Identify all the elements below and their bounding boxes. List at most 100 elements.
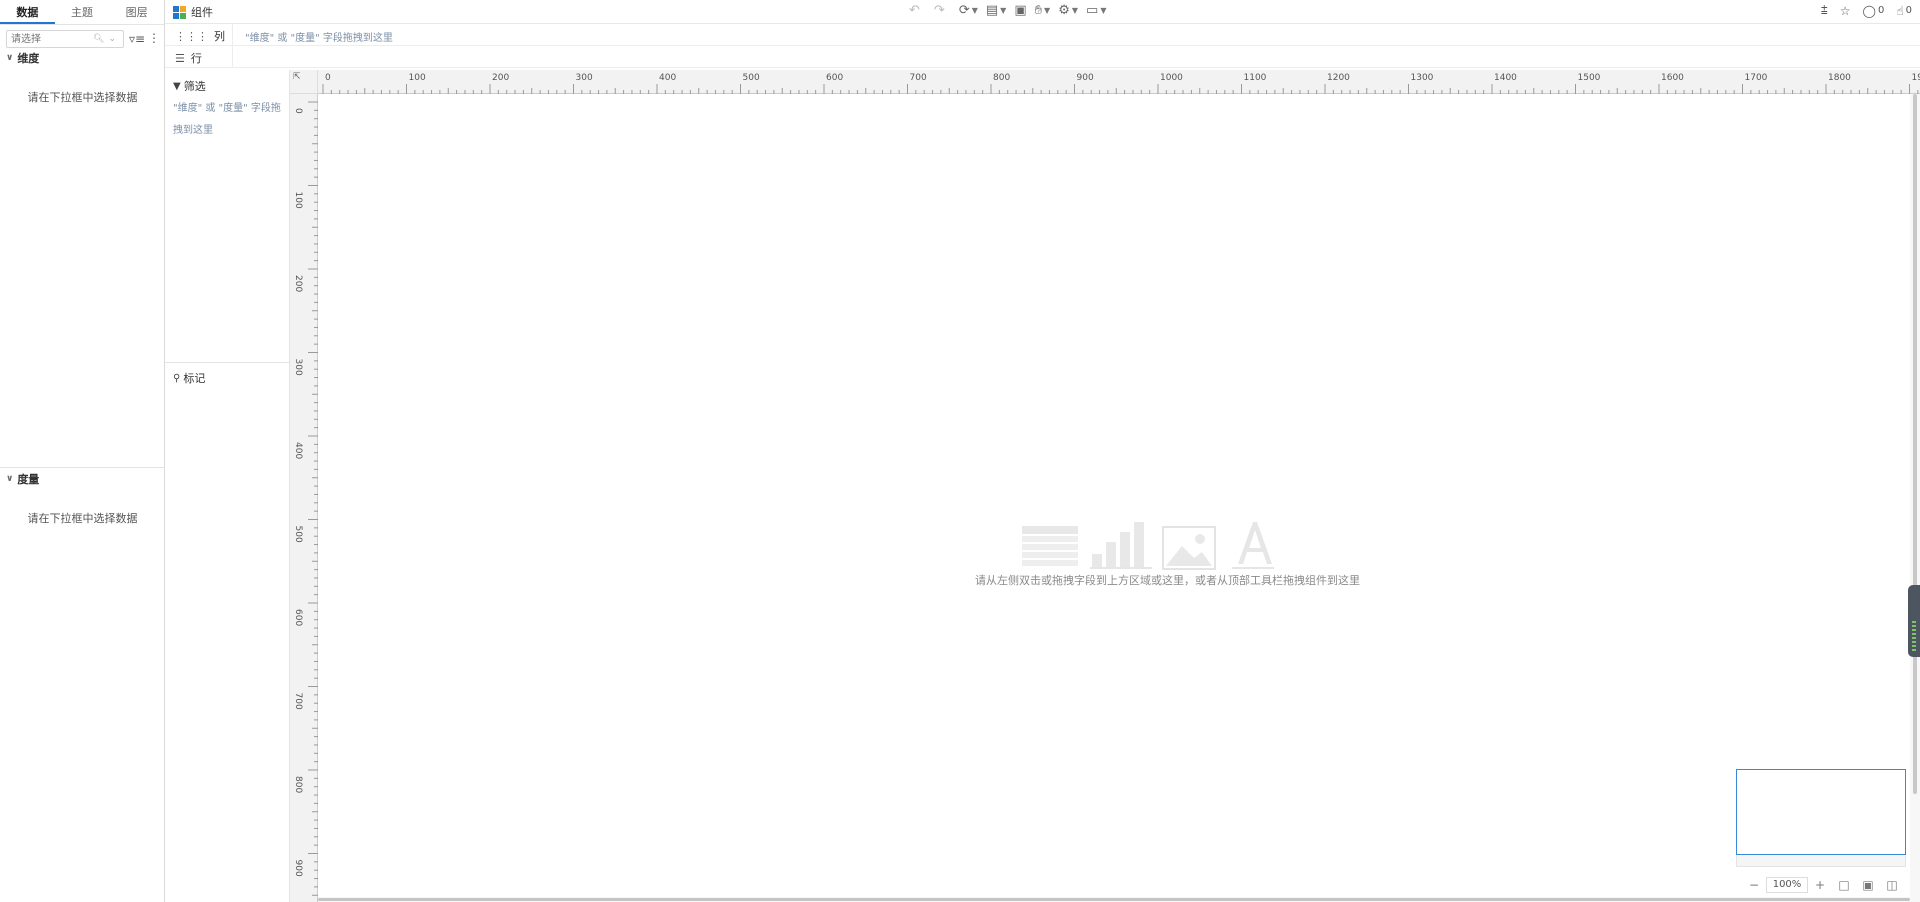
right-tools: ⩲ ☆ ◯ 0 ☝︎ 0 [1809,3,1912,18]
scroll-thumb[interactable] [1913,94,1917,794]
ruler-label: 600 [826,73,843,83]
ruler-label: 400 [659,73,676,83]
ruler-label: 300 [576,73,593,83]
ruler-label: 200 [492,73,509,83]
shelf-separator [232,24,233,46]
star-icon[interactable]: ☆ [1840,4,1851,18]
top-toolbar: 组件 ↶ ↷ ⟳ ▼ ▤ ▼ ▣ ✋︎ ▼ ⚙︎ ▼ ▭ ▼ ⩲ ☆ ◯ 0 ☝︎ 0 [165,0,1920,24]
component-button[interactable]: 组件 [173,4,213,20]
dataset-search-input[interactable] [11,32,89,46]
ruler-label: 1700 [1745,73,1768,83]
ruler-label: 0 [293,108,303,114]
screenshot-icon[interactable]: ▣ [1014,3,1026,18]
chevron-down-icon[interactable]: ⌄ [108,34,116,44]
ruler-top: 0 100 200 300 400 500 600 700 800 900 1000 1100 1200… [318,70,1920,94]
shelf-separator [232,46,233,68]
horizontal-scrollbar[interactable] [318,897,1910,902]
measure-section-header[interactable]: ∨ 度量 [6,471,39,487]
mark-header: ⚲ 标记 [173,372,206,385]
ruler-label: 1400 [1494,73,1517,83]
component-logo-icon [173,5,186,19]
side-panel-toggle[interactable] [1908,585,1920,657]
text-icon [1232,522,1274,569]
scroll-thumb[interactable] [318,898,1910,901]
ruler-label: 700 [910,73,927,83]
center-tools: ↶ ↷ ⟳ ▼ ▤ ▼ ▣ ✋︎ ▼ ⚙︎ ▼ ▭ ▼ [905,3,1110,18]
row-shelf[interactable]: ☰ 行 [165,46,1920,68]
ruler-label: 0 [325,73,331,83]
bar-chart-icon [1090,522,1152,569]
signal-icon [1912,621,1916,651]
share-icon[interactable]: ⩲ [1821,3,1828,18]
data-panel: 数据 主题 图层 🔍︎ ⌄ ▿≡ ⋮ ∨ 维度 请在下拉框中选择数据 ∨ 度量 … [0,0,165,902]
save-icon[interactable]: ▤ ▼ [986,3,1006,18]
fit-screen-icon[interactable]: ▣ [1860,877,1876,893]
pin-icon: ⚲ [173,372,181,384]
tab-layers[interactable]: 图层 [109,0,164,24]
comment-count: 0 [1877,5,1885,16]
dashboard-canvas[interactable] [318,94,1910,897]
monitor-icon[interactable]: ▭ ▼ [1086,3,1106,18]
like-count: 0 [1905,5,1912,16]
measure-title: 度量 [17,473,40,486]
redo-icon[interactable]: ↷ [934,3,945,18]
filter-icon[interactable]: ▿≡ [129,32,145,46]
ruler-label: 200 [293,275,303,292]
zoom-in-button[interactable]: + [1812,877,1828,893]
left-tabs: 数据 主题 图层 [0,0,164,25]
ruler-label: 1500 [1578,73,1601,83]
like-button[interactable]: ☝︎ 0 [1896,4,1912,18]
column-shelf-placeholder: "维度" 或 "度量" 字段拖拽到这里 [245,33,393,44]
dataset-select[interactable]: 🔍︎ ⌄ [6,30,124,48]
ruler-top-ticks: 0 100 200 300 400 500 600 700 800 900 1000 1100 1200… [322,73,1920,94]
image-icon [1162,526,1216,570]
ruler-label: 600 [293,609,303,626]
ruler-left: 0 100 200 300 400 500 600 700 800 900 [290,94,318,902]
tab-data[interactable]: 数据 [0,0,55,24]
filter-drop-zone[interactable]: "维度" 或 "度量" 字段拖拽到这里 [173,98,281,142]
column-shelf[interactable]: ⋮⋮⋮ 列 "维度" 或 "度量" 字段拖拽到这里 [165,24,1920,46]
columns-icon: ⋮⋮⋮ [175,29,208,43]
ruler-label: 1200 [1327,73,1350,83]
ruler-label: 1100 [1244,73,1267,83]
table-icon [1022,526,1078,566]
zoom-controls: − 100% + □ ▣ ◫ [1746,876,1900,894]
tab-theme[interactable]: 主题 [55,0,110,24]
ruler-label: 700 [293,693,303,710]
fit-width-icon[interactable]: □ [1836,877,1852,893]
ruler-label: 1800 [1828,73,1851,83]
ruler-label: 500 [743,73,760,83]
ruler-corner[interactable]: ⇱ [290,70,318,94]
canvas-area: ⇱ 0 100 200 300 400 500 600 700 800 900 1000 1100 12… [290,70,1920,902]
expand-corner-icon: ⇱ [293,72,301,82]
dimension-hint: 请在下拉框中选择数据 [27,91,138,104]
actual-size-icon[interactable]: ◫ [1884,877,1900,893]
ruler-label: 800 [293,776,303,793]
refresh-icon[interactable]: ⟳ ▼ [959,3,978,18]
chevron-down-icon: ∨ [6,53,14,63]
zoom-level[interactable]: 100% [1766,877,1808,893]
comment-button[interactable]: ◯ 0 [1863,4,1885,18]
settings-icon[interactable]: ⚙︎ ▼ [1058,3,1078,18]
more-vertical-icon[interactable]: ⋮ [148,31,160,45]
hand-icon[interactable]: ✋︎ ▼ [1035,3,1051,18]
rows-icon: ☰ [175,51,185,65]
filter-mark-panel: ▼ 筛选 "维度" 或 "度量" 字段拖拽到这里 ⚲ 标记 [165,70,290,902]
comment-icon: ◯ [1862,3,1876,18]
ruler-label: 1000 [1160,73,1183,83]
vertical-scrollbar[interactable] [1910,94,1920,902]
zoom-out-button[interactable]: − [1746,877,1762,893]
ruler-label: 1600 [1661,73,1684,83]
thumbs-up-icon: ☝︎ [1896,3,1904,18]
ruler-label: 900 [1077,73,1094,83]
empty-state-hint: 请从左侧双击或拖拽字段到上方区域或这里，或者从顶部工具栏拖拽组件到这里 [975,574,1360,587]
search-icon: 🔍︎ [93,34,105,44]
dimension-section-header[interactable]: ∨ 维度 [6,50,39,66]
ruler-label: 900 [293,860,303,877]
undo-icon[interactable]: ↶ [909,3,920,18]
row-shelf-label: ☰ 行 [175,51,202,66]
app-root: 数据 主题 图层 🔍︎ ⌄ ▿≡ ⋮ ∨ 维度 请在下拉框中选择数据 ∨ 度量 … [0,0,1920,902]
minimap[interactable] [1736,769,1906,855]
ruler-label: 1300 [1411,73,1434,83]
ruler-label: 100 [409,73,426,83]
